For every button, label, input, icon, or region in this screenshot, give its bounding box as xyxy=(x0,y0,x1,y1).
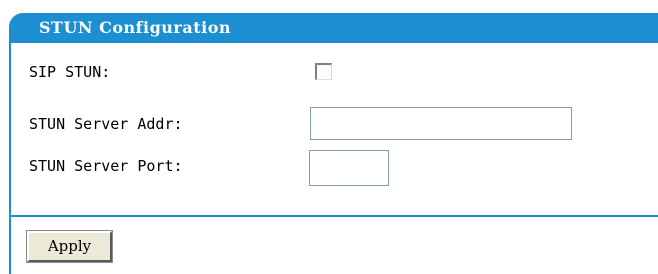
form-body: SIP STUN: STUN Server Addr: STUN Server … xyxy=(9,43,658,217)
form-footer: Apply xyxy=(9,217,658,274)
stun-server-port-input[interactable] xyxy=(309,150,389,186)
stun-server-addr-label: STUN Server Addr: xyxy=(29,115,183,133)
sip-stun-row: SIP STUN: xyxy=(11,43,651,83)
panel-title: STUN Configuration xyxy=(39,18,231,37)
stun-server-port-label: STUN Server Port: xyxy=(29,157,183,175)
sip-stun-checkbox[interactable] xyxy=(315,63,332,80)
stun-configuration-panel: STUN Configuration SIP STUN: STUN Server… xyxy=(9,0,658,274)
apply-button[interactable]: Apply xyxy=(26,230,113,263)
sip-stun-label: SIP STUN: xyxy=(29,63,111,81)
panel-header: STUN Configuration xyxy=(9,13,658,43)
